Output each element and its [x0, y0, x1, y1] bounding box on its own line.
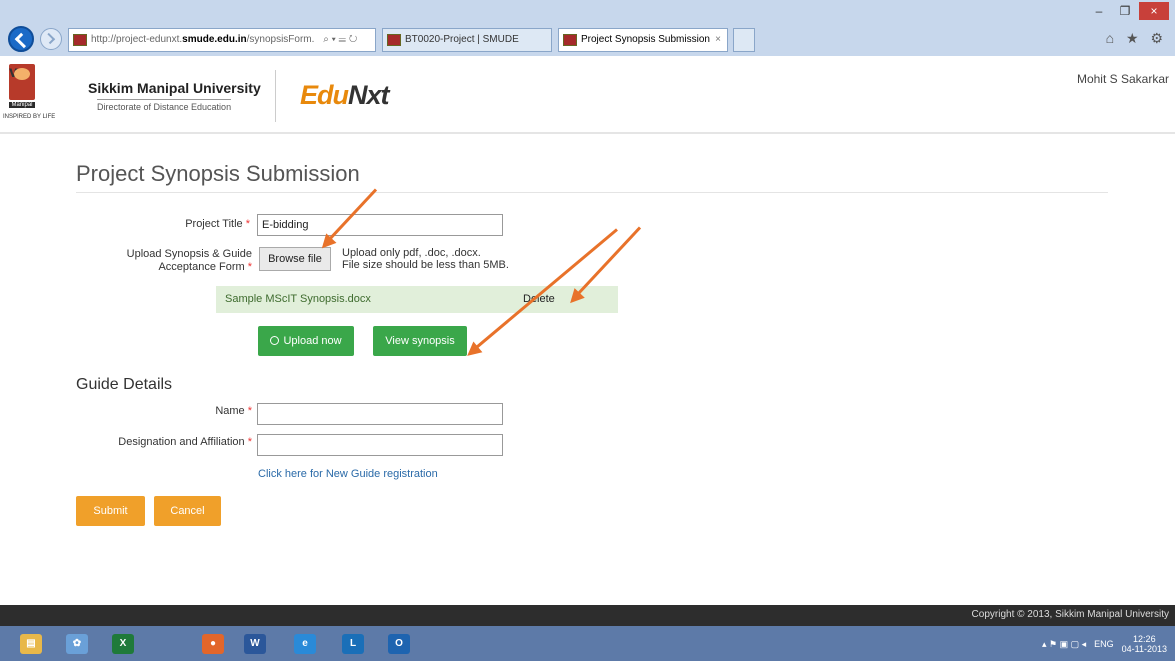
tab-favicon-icon	[563, 34, 577, 46]
header-divider	[275, 70, 276, 122]
taskbar-app[interactable]: O	[380, 629, 418, 658]
designation-input[interactable]	[257, 434, 503, 456]
restore-icon[interactable]: ❐	[1113, 2, 1137, 20]
paint-icon: ✿	[66, 633, 88, 654]
cancel-button[interactable]: Cancel	[154, 496, 221, 526]
tab-favicon-icon	[387, 34, 401, 46]
windows-taskbar: ▤ ✿ X ● We L O ▴ ⚑ ▣ ▢ ◂ ENG 12:26 04-11-2013	[0, 626, 1175, 661]
title-divider	[76, 192, 1108, 193]
firefox-icon: ●	[202, 633, 224, 654]
required-mark: *	[245, 218, 250, 230]
uploaded-file-row: Sample MScIT Synopsis.docx Delete	[216, 286, 618, 313]
tab-close-icon[interactable]: ×	[715, 29, 721, 51]
taskbar-app[interactable]: X	[104, 629, 142, 658]
window-controls: – ❐ ×	[1087, 2, 1169, 20]
site-header: Manipal INSPIRED BY LIFE Sikkim Manipal …	[0, 56, 1175, 134]
outlook-icon: O	[388, 633, 410, 654]
internet-explorer-icon: e	[294, 633, 316, 654]
tray-icons[interactable]: ▴ ⚑ ▣ ▢ ◂	[1042, 639, 1086, 650]
upload-icon	[270, 336, 280, 345]
new-tab-button[interactable]	[733, 28, 755, 52]
browser-chrome: http://project-edunxt.smude.edu.in/synop…	[0, 0, 1175, 56]
brand-suffix: Nxt	[348, 80, 390, 110]
address-path: /synopsisForm.	[246, 34, 315, 45]
taskbar-app[interactable]: W	[236, 629, 274, 658]
address-controls[interactable]: ⌕ ▾ ☰ ↻	[323, 34, 357, 45]
guide-name-label: Name *	[215, 405, 252, 417]
lync-icon: L	[342, 633, 364, 654]
language-indicator[interactable]: ENG	[1094, 639, 1114, 649]
user-name[interactable]: Mohit S Sakarkar	[1077, 72, 1169, 86]
system-tray: ▴ ⚑ ▣ ▢ ◂ ENG 12:26 04-11-2013	[1042, 634, 1167, 654]
taskbar-app[interactable]: ✿	[58, 629, 96, 658]
logo-mark-icon	[9, 64, 35, 100]
tab-bt0020-project[interactable]: BT0020-Project | SMUDE	[382, 28, 552, 52]
new-guide-registration-link[interactable]: Click here for New Guide registration	[258, 468, 438, 480]
minimize-icon[interactable]: –	[1087, 2, 1111, 20]
guide-details-heading: Guide Details	[76, 376, 173, 393]
excel-icon: X	[112, 633, 134, 654]
page-title: Project Synopsis Submission	[76, 161, 360, 186]
uploaded-file-name: Sample MScIT Synopsis.docx	[225, 293, 371, 305]
tab-label: Project Synopsis Submission	[581, 34, 710, 45]
view-synopsis-button[interactable]: View synopsis	[373, 326, 467, 356]
file-explorer-icon: ▤	[20, 633, 42, 654]
upload-now-button[interactable]: Upload now	[258, 326, 354, 356]
site-favicon-icon	[73, 34, 87, 46]
project-title-input[interactable]: E-bidding	[257, 214, 503, 236]
address-bar[interactable]: http://project-edunxt.smude.edu.in/synop…	[68, 28, 376, 52]
project-title-label: Project Title *	[185, 218, 250, 230]
address-host: smude.edu.in	[182, 34, 247, 45]
edunxt-logo: EduNxt	[300, 80, 390, 111]
manipal-logo: Manipal	[6, 64, 38, 112]
back-icon[interactable]	[8, 26, 34, 52]
tab-project-synopsis[interactable]: Project Synopsis Submission ×	[558, 28, 728, 52]
logo-tagline: INSPIRED BY LIFE	[3, 114, 56, 120]
guide-name-input[interactable]	[257, 403, 503, 425]
close-icon[interactable]: ×	[1139, 2, 1169, 20]
copyright-text: Copyright © 2013, Sikkim Manipal Univers…	[971, 609, 1169, 620]
taskbar-app[interactable]: ▤	[12, 629, 50, 658]
address-prefix: http://project-edunxt.	[91, 34, 183, 45]
upload-note: Upload only pdf, .doc, .docx. File size …	[342, 247, 509, 271]
required-mark: *	[247, 436, 252, 448]
page-footer: Copyright © 2013, Sikkim Manipal Univers…	[0, 605, 1175, 626]
browse-file-button[interactable]: Browse file	[259, 247, 331, 271]
required-mark: *	[247, 261, 252, 273]
taskbar-app[interactable]: e	[286, 629, 324, 658]
taskbar-app[interactable]: L	[334, 629, 372, 658]
designation-label: Designation and Affiliation *	[118, 436, 252, 448]
upload-synopsis-label: Upload Synopsis & Guide Acceptance Form …	[126, 248, 252, 273]
brand-prefix: Edu	[300, 80, 349, 110]
submit-button[interactable]: Submit	[76, 496, 145, 526]
clock[interactable]: 12:26 04-11-2013	[1122, 634, 1167, 654]
logo-label: Manipal	[9, 102, 35, 108]
university-subtitle: Directorate of Distance Education	[97, 99, 232, 112]
required-mark: *	[247, 405, 252, 417]
toolbar-icons[interactable]: ⌂ ★ ⚙	[1106, 30, 1167, 47]
forward-icon[interactable]	[40, 28, 62, 50]
word-icon: W	[244, 633, 266, 654]
tab-label: BT0020-Project | SMUDE	[405, 34, 519, 45]
university-name: Sikkim Manipal University	[88, 80, 261, 96]
taskbar-app[interactable]: ●	[194, 629, 232, 658]
